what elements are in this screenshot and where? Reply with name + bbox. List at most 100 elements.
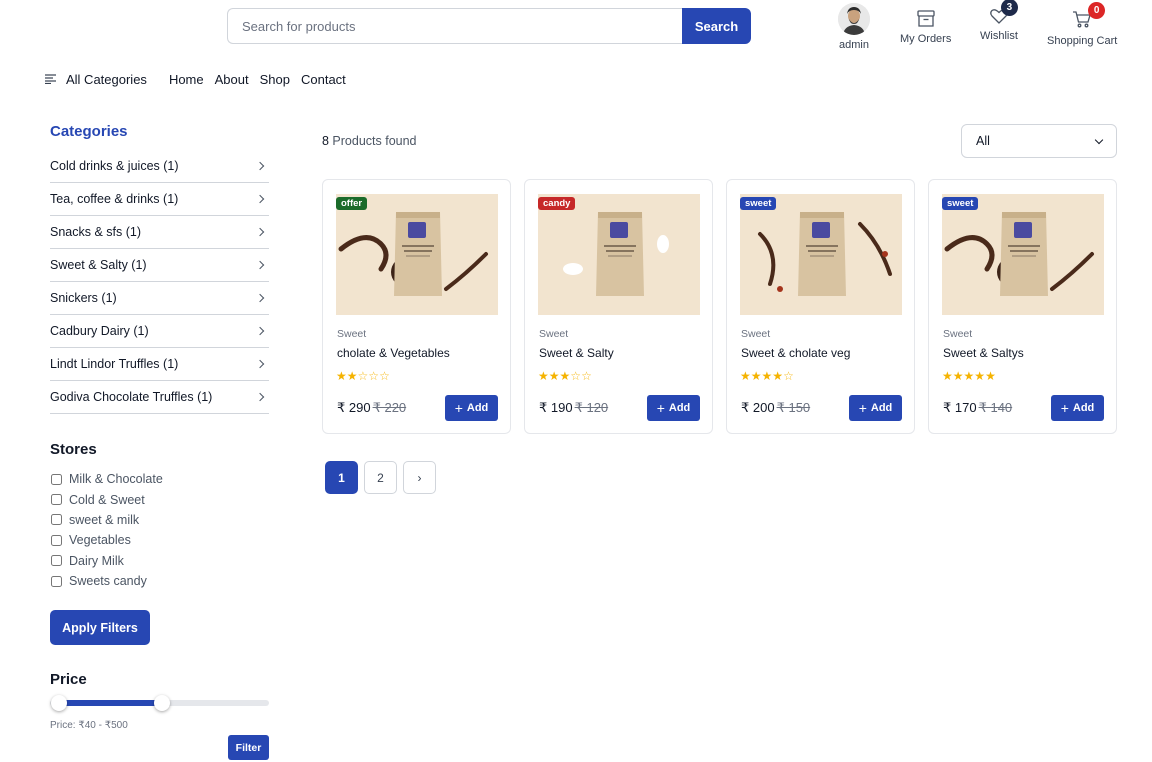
product-card[interactable]: sweet Sweet Sweet & cholate veg ★★★★☆ ₹ 200… xyxy=(726,179,915,434)
price-slider-range xyxy=(58,700,162,706)
product-category: Sweet xyxy=(337,328,367,340)
user-menu[interactable]: admin xyxy=(838,3,870,51)
add-to-cart-button[interactable]: + Add xyxy=(445,395,498,421)
chevron-down-icon xyxy=(1094,135,1104,144)
store-option[interactable]: Milk & Chocolate xyxy=(50,469,163,489)
add-label: Add xyxy=(870,402,893,414)
store-label: Cold & Sweet xyxy=(69,492,145,507)
nav-shop[interactable]: Shop xyxy=(260,72,290,87)
store-checkbox[interactable] xyxy=(51,473,62,485)
product-grid: offer Sweet cholate & Vegetables ★★☆☆☆ ₹ 29… xyxy=(322,179,1117,434)
page-button-2[interactable]: 2 xyxy=(364,461,397,494)
product-tag-badge: candy xyxy=(538,197,576,210)
old-price: ₹ 120 xyxy=(574,400,609,415)
store-label: Sweets candy xyxy=(69,574,147,589)
product-card[interactable]: candy Sweet Sweet & Salty ★★★☆☆ ₹ 190 ₹ 120 +… xyxy=(524,179,713,434)
add-to-cart-button[interactable]: + Add xyxy=(1051,395,1104,421)
heart-icon: 3 xyxy=(988,0,1018,27)
product-rating: ★★★★☆ xyxy=(740,369,794,383)
chevron-right-icon xyxy=(255,161,265,171)
star-empty-icon: ☆ xyxy=(783,369,794,383)
product-card[interactable]: offer Sweet cholate & Vegetables ★★☆☆☆ ₹ 29… xyxy=(322,179,511,434)
product-image[interactable] xyxy=(336,194,498,315)
nav-contact[interactable]: Contact xyxy=(301,72,346,87)
star-filled-icon: ★ xyxy=(740,369,751,383)
category-label: Tea, coffee & drinks (1) xyxy=(50,192,179,206)
wishlist-label: Wishlist xyxy=(980,30,1018,42)
store-checkbox[interactable] xyxy=(51,534,62,546)
category-item[interactable]: Tea, coffee & drinks (1) xyxy=(50,183,269,216)
category-item[interactable]: Cold drinks & juices (1) xyxy=(50,150,269,183)
store-option[interactable]: Vegetables xyxy=(50,530,163,550)
price-slider[interactable] xyxy=(50,695,269,711)
nav-home[interactable]: Home xyxy=(169,72,204,87)
nav-about[interactable]: About xyxy=(215,72,249,87)
star-filled-icon: ★ xyxy=(985,369,996,383)
store-checkbox[interactable] xyxy=(51,575,62,587)
current-price: ₹ 170 xyxy=(943,400,977,415)
store-option[interactable]: Dairy Milk xyxy=(50,551,163,571)
store-option[interactable]: Sweets candy xyxy=(50,571,163,591)
sort-selected-value: All xyxy=(976,134,990,148)
main-nav: All Categories Home About Shop Contact xyxy=(45,72,357,87)
product-card[interactable]: sweet Sweet Sweet & Saltys ★★★★★ ₹ 170 ₹ 140… xyxy=(928,179,1117,434)
products-found-text: 8 Products found xyxy=(322,134,417,148)
add-to-cart-button[interactable]: + Add xyxy=(849,395,902,421)
star-filled-icon: ★ xyxy=(974,369,986,383)
category-item[interactable]: Snickers (1) xyxy=(50,282,269,315)
star-filled-icon: ★ xyxy=(952,369,964,383)
star-filled-icon: ★ xyxy=(750,369,762,383)
price-title: Price xyxy=(50,671,87,688)
store-checkbox[interactable] xyxy=(51,514,62,526)
product-price: ₹ 190 ₹ 120 xyxy=(539,400,608,416)
page-button-1[interactable]: 1 xyxy=(325,461,358,494)
all-categories-toggle[interactable]: All Categories xyxy=(45,72,147,87)
product-image[interactable] xyxy=(740,194,902,315)
product-name[interactable]: cholate & Vegetables xyxy=(337,346,450,360)
category-label: Cadbury Dairy (1) xyxy=(50,324,149,338)
price-slider-max-handle[interactable] xyxy=(153,695,170,711)
store-option[interactable]: sweet & milk xyxy=(50,510,163,530)
cart-count-badge: 0 xyxy=(1088,2,1106,19)
archive-box-icon xyxy=(915,8,937,30)
add-label: Add xyxy=(668,402,691,414)
product-tag-badge: sweet xyxy=(942,197,979,210)
search-input[interactable] xyxy=(227,8,682,44)
chevron-right-icon: › xyxy=(417,470,422,485)
chevron-right-icon xyxy=(255,293,265,303)
price-filter-button[interactable]: Filter xyxy=(228,735,269,760)
store-checkbox[interactable] xyxy=(51,494,62,506)
product-name[interactable]: Sweet & Saltys xyxy=(943,346,1024,360)
sort-select[interactable]: All xyxy=(961,124,1117,158)
category-label: Snacks & sfs (1) xyxy=(50,225,141,239)
category-item[interactable]: Godiva Chocolate Truffles (1) xyxy=(50,381,269,414)
star-filled-icon: ★ xyxy=(336,369,347,383)
search-button[interactable]: Search xyxy=(682,8,751,44)
product-image[interactable] xyxy=(538,194,700,315)
category-item[interactable]: Cadbury Dairy (1) xyxy=(50,315,269,348)
product-tag-badge: offer xyxy=(336,197,368,210)
chevron-right-icon xyxy=(255,227,265,237)
apply-filters-button[interactable]: Apply Filters xyxy=(50,610,150,645)
my-orders-link[interactable]: My Orders xyxy=(900,8,951,45)
menu-lines-icon xyxy=(45,72,57,87)
product-category: Sweet xyxy=(741,328,771,340)
store-option[interactable]: Cold & Sweet xyxy=(50,489,163,509)
product-image[interactable] xyxy=(942,194,1104,315)
category-item[interactable]: Sweet & Salty (1) xyxy=(50,249,269,282)
category-item[interactable]: Snacks & sfs (1) xyxy=(50,216,269,249)
product-name[interactable]: Sweet & cholate veg xyxy=(741,346,850,360)
price-slider-min-handle[interactable] xyxy=(50,695,67,711)
store-checkbox[interactable] xyxy=(51,555,62,567)
add-to-cart-button[interactable]: + Add xyxy=(647,395,700,421)
star-empty-icon: ☆ xyxy=(570,369,582,383)
user-name: admin xyxy=(839,39,869,51)
next-page-button[interactable]: › xyxy=(403,461,436,494)
wishlist-link[interactable]: 3 Wishlist xyxy=(980,0,1018,42)
shopping-cart-link[interactable]: 0 Shopping Cart xyxy=(1047,2,1117,47)
store-label: Dairy Milk xyxy=(69,553,124,568)
star-empty-icon: ☆ xyxy=(368,369,380,383)
category-item[interactable]: Lindt Lindor Truffles (1) xyxy=(50,348,269,381)
store-label: Vegetables xyxy=(69,533,131,548)
product-name[interactable]: Sweet & Salty xyxy=(539,346,614,360)
